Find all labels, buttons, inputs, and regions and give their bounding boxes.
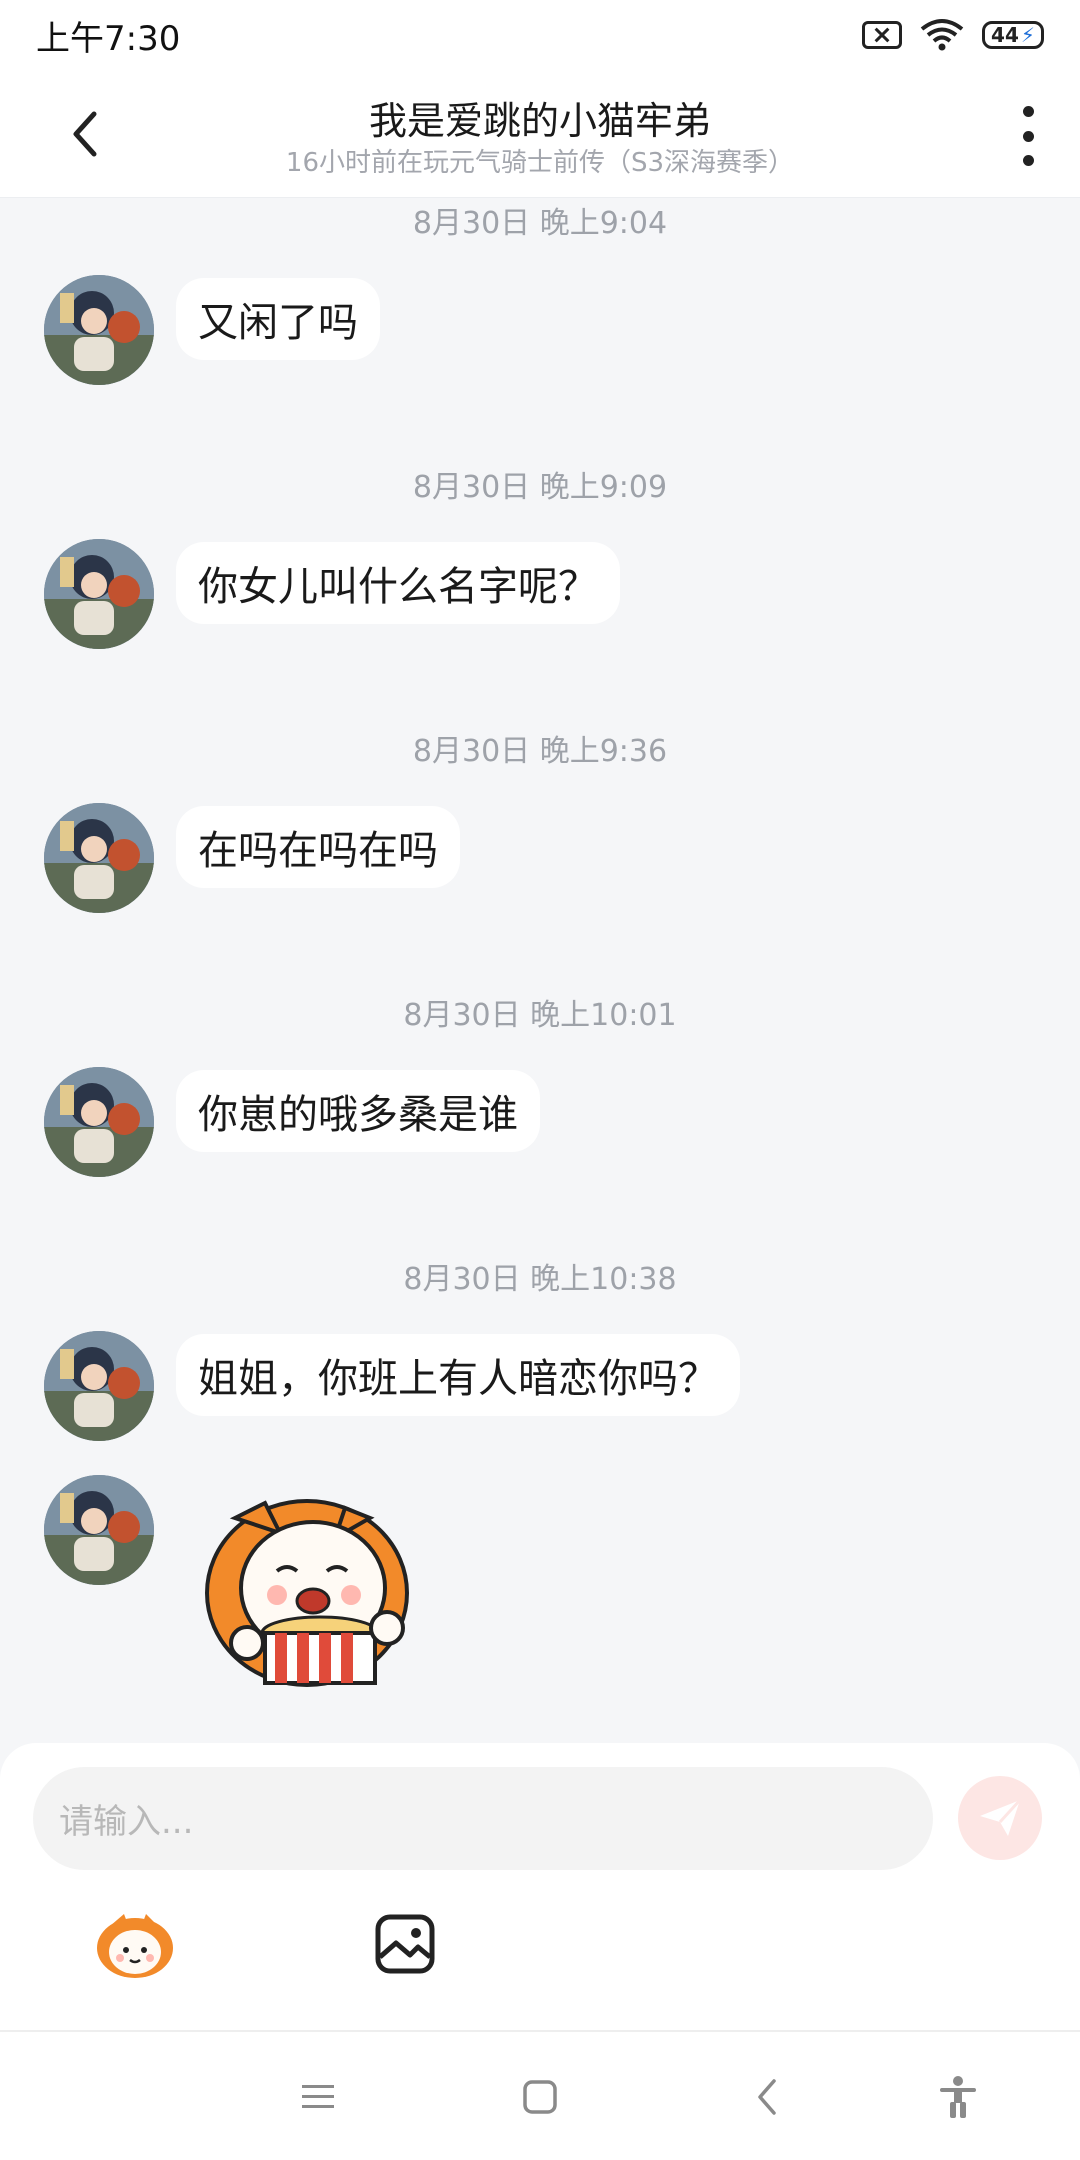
system-nav-bar (0, 2030, 1080, 2160)
wifi-icon (920, 19, 964, 51)
input-panel: 请输入... (0, 1743, 1080, 2030)
chat-title: 我是爱跳的小猫牢弟 (368, 99, 711, 143)
message-timestamp: 8月30日 晚上10:01 (403, 998, 677, 1033)
message-timestamp: 8月30日 晚上10:38 (403, 1262, 677, 1297)
message-timestamp: 8月30日 晚上9:36 (412, 734, 668, 769)
send-icon (980, 1798, 1022, 1836)
chat-header: 我是爱跳的小猫牢弟 16小时前在玩元气骑士前传（S3深海赛季） (0, 70, 1080, 198)
avatar[interactable] (44, 1331, 154, 1441)
battery-icon: 44 ⚡ (982, 21, 1044, 49)
message-input[interactable]: 请输入... (33, 1767, 933, 1870)
message-bubble[interactable]: 在吗在吗在吗 (176, 806, 460, 888)
battery-level: 44 (991, 23, 1019, 47)
message-bubble[interactable]: 你女儿叫什么名字呢？ (176, 542, 620, 624)
message-bubble[interactable]: 又闲了吗 (176, 278, 380, 360)
chat-subtitle: 16小时前在玩元气骑士前传（S3深海赛季） (285, 148, 795, 178)
message-bubble[interactable]: 你崽的哦多桑是谁 (176, 1070, 540, 1152)
nav-back-button[interactable] (743, 2072, 793, 2122)
status-bar: 上午7:30 44 ⚡ (0, 0, 1080, 70)
avatar[interactable] (44, 1475, 154, 1585)
image-button[interactable] (374, 1913, 436, 1975)
home-icon (523, 2080, 557, 2114)
message-timestamp: 8月30日 晚上9:04 (412, 206, 668, 241)
message-bubble[interactable]: 姐姐，你班上有人暗恋你吗？ (176, 1334, 740, 1416)
status-time: 上午7:30 (36, 18, 181, 59)
avatar[interactable] (44, 275, 154, 385)
menu-icon (302, 2085, 334, 2108)
avatar[interactable] (44, 803, 154, 913)
more-options-button[interactable] (1016, 106, 1040, 166)
image-icon (375, 1914, 435, 1974)
sim-off-icon (862, 21, 902, 49)
avatar[interactable] (44, 1067, 154, 1177)
emoji-button[interactable] (94, 1908, 176, 1980)
screen: 上午7:30 44 ⚡ 我是爱跳的小猫牢弟 16小时前在玩元气骑士前传（S3深海赛… (0, 0, 1080, 2160)
send-button[interactable] (958, 1776, 1042, 1860)
status-icons: 44 ⚡ (862, 18, 1044, 52)
message-timestamp: 8月30日 晚上9:09 (412, 470, 668, 505)
nav-accessibility-button[interactable] (933, 2072, 983, 2122)
popcorn-sticker-icon[interactable] (195, 1483, 435, 1693)
back-icon (758, 2079, 776, 2115)
avatar[interactable] (44, 539, 154, 649)
nav-menu-button[interactable] (293, 2072, 343, 2122)
accessibility-icon (940, 2076, 976, 2118)
emoji-icon (97, 1914, 173, 1978)
more-vertical-icon (1022, 106, 1034, 117)
nav-home-button[interactable] (515, 2072, 565, 2122)
chat-area[interactable]: 8月30日 晚上9:04 又闲了吗 8月30日 晚上9:09 你女儿叫什么名字呢… (0, 198, 1080, 1743)
